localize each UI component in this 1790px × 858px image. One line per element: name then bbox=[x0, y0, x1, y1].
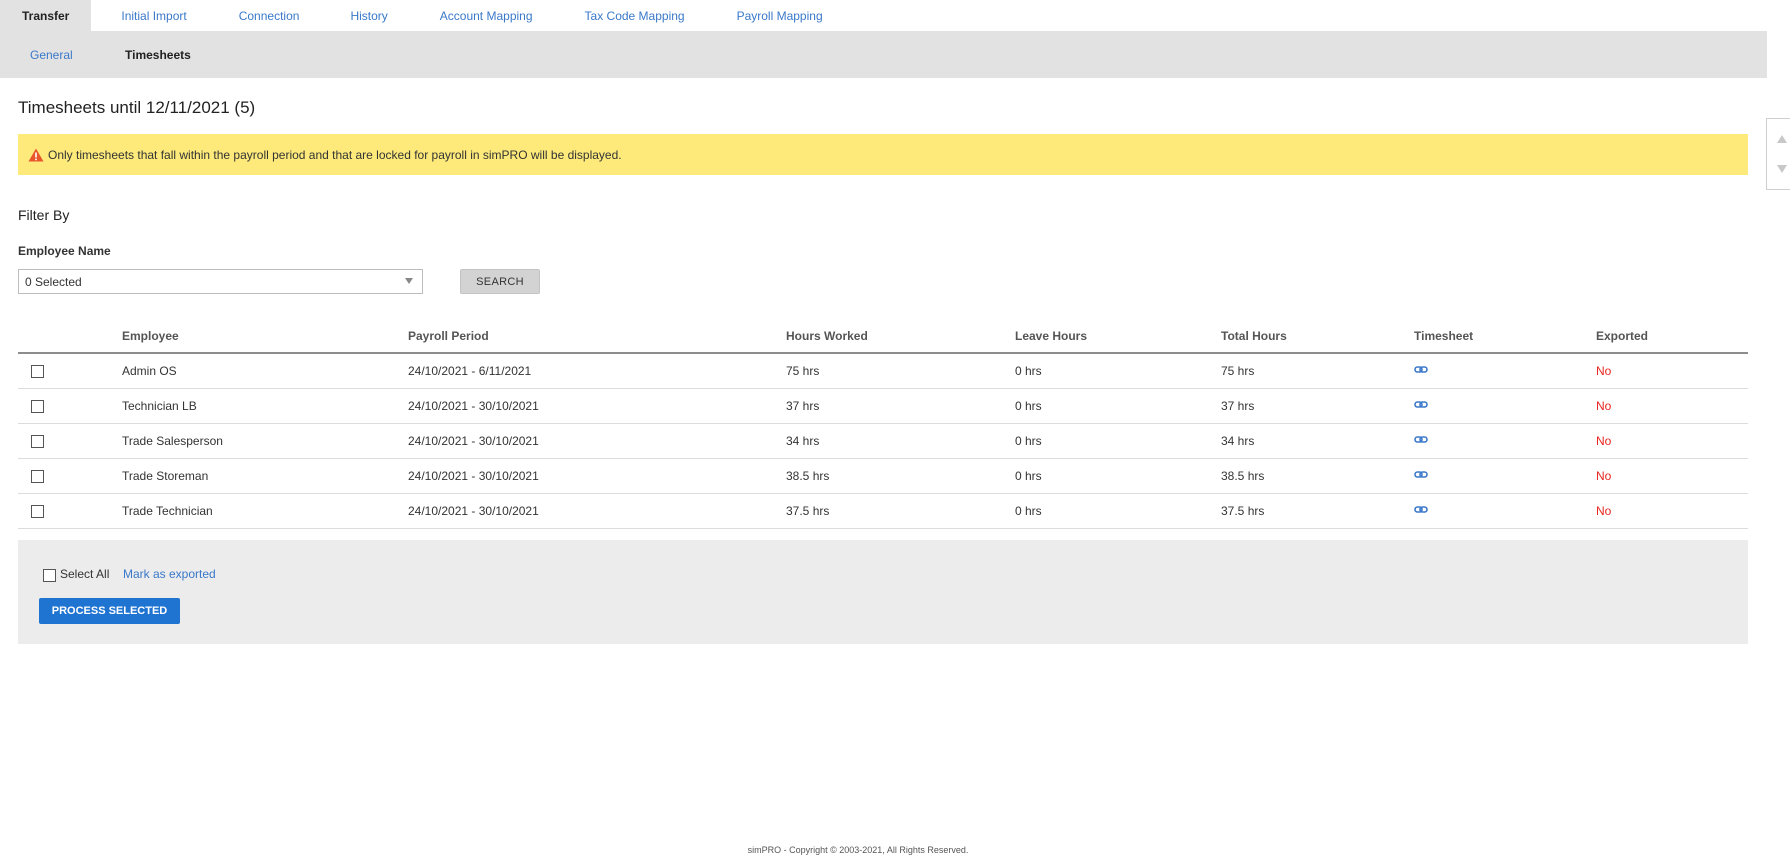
warning-text: Only timesheets that fall within the pay… bbox=[48, 147, 622, 162]
search-button[interactable]: SEARCH bbox=[460, 269, 540, 294]
employee-select-value: 0 Selected bbox=[25, 274, 82, 289]
table-row: Admin OS 24/10/2021 - 6/11/2021 75 hrs 0… bbox=[18, 354, 1748, 389]
tab-transfer[interactable]: Transfer bbox=[0, 0, 92, 31]
timesheet-link-icon[interactable] bbox=[1414, 468, 1428, 482]
cell-leave-hours: 0 hrs bbox=[1015, 504, 1042, 518]
tab-history[interactable]: History bbox=[350, 0, 387, 31]
cell-payroll-period: 24/10/2021 - 30/10/2021 bbox=[408, 469, 539, 483]
arrow-up-icon[interactable] bbox=[1777, 135, 1787, 143]
subtab-general[interactable]: General bbox=[30, 31, 73, 78]
tab-connection[interactable]: Connection bbox=[239, 0, 300, 31]
timesheet-link-icon[interactable] bbox=[1414, 363, 1428, 377]
table-row: Trade Technician 24/10/2021 - 30/10/2021… bbox=[18, 494, 1748, 529]
header-payroll-period: Payroll Period bbox=[408, 329, 489, 343]
header-timesheet: Timesheet bbox=[1414, 329, 1474, 343]
timesheet-link-icon[interactable] bbox=[1414, 398, 1428, 412]
cell-payroll-period: 24/10/2021 - 30/10/2021 bbox=[408, 399, 539, 413]
process-selected-button[interactable]: PROCESS SELECTED bbox=[39, 598, 180, 624]
mark-as-exported-link[interactable]: Mark as exported bbox=[123, 567, 216, 581]
top-tab-bar: Transfer Initial Import Connection Histo… bbox=[0, 0, 1767, 31]
caret-down-icon bbox=[405, 278, 413, 284]
cell-hours-worked: 37 hrs bbox=[786, 399, 820, 413]
row-checkbox[interactable] bbox=[31, 400, 44, 413]
cell-exported: No bbox=[1596, 434, 1612, 448]
cell-payroll-period: 24/10/2021 - 30/10/2021 bbox=[408, 434, 539, 448]
table-header: Employee Payroll Period Hours Worked Lea… bbox=[18, 321, 1748, 354]
cell-total-hours: 75 hrs bbox=[1221, 364, 1255, 378]
employee-name-select[interactable]: 0 Selected bbox=[18, 269, 423, 294]
cell-leave-hours: 0 hrs bbox=[1015, 469, 1042, 483]
row-checkbox[interactable] bbox=[31, 435, 44, 448]
cell-leave-hours: 0 hrs bbox=[1015, 434, 1042, 448]
timesheet-link-icon[interactable] bbox=[1414, 503, 1428, 517]
cell-leave-hours: 0 hrs bbox=[1015, 364, 1042, 378]
cell-exported: No bbox=[1596, 504, 1612, 518]
cell-total-hours: 34 hrs bbox=[1221, 434, 1255, 448]
cell-exported: No bbox=[1596, 399, 1612, 413]
header-employee: Employee bbox=[122, 329, 179, 343]
header-total-hours: Total Hours bbox=[1221, 329, 1287, 343]
header-exported: Exported bbox=[1596, 329, 1649, 343]
warning-triangle-icon bbox=[28, 148, 44, 161]
sub-tab-bar: General Timesheets bbox=[0, 31, 1767, 78]
cell-employee: Technician LB bbox=[122, 399, 197, 413]
table-row: Trade Storeman 24/10/2021 - 30/10/2021 3… bbox=[18, 459, 1748, 494]
select-all-label[interactable]: Select All bbox=[60, 567, 109, 581]
timesheet-link-icon[interactable] bbox=[1414, 433, 1428, 447]
tab-tax-code-mapping[interactable]: Tax Code Mapping bbox=[585, 0, 685, 31]
header-hours-worked: Hours Worked bbox=[786, 329, 868, 343]
header-leave-hours: Leave Hours bbox=[1015, 329, 1088, 343]
cell-employee: Trade Technician bbox=[122, 504, 213, 518]
employee-name-label: Employee Name bbox=[18, 244, 111, 258]
cell-total-hours: 37.5 hrs bbox=[1221, 504, 1265, 518]
cell-exported: No bbox=[1596, 469, 1612, 483]
cell-hours-worked: 38.5 hrs bbox=[786, 469, 830, 483]
copyright-text: simPRO - Copyright © 2003-2021, All Righ… bbox=[747, 845, 969, 855]
tab-initial-import[interactable]: Initial Import bbox=[121, 0, 186, 31]
cell-leave-hours: 0 hrs bbox=[1015, 399, 1042, 413]
cell-employee: Admin OS bbox=[122, 364, 177, 378]
cell-exported: No bbox=[1596, 364, 1612, 378]
cell-employee: Trade Storeman bbox=[122, 469, 209, 483]
filter-title: Filter By bbox=[18, 207, 70, 223]
row-checkbox[interactable] bbox=[31, 365, 44, 378]
cell-payroll-period: 24/10/2021 - 30/10/2021 bbox=[408, 504, 539, 518]
table-row: Technician LB 24/10/2021 - 30/10/2021 37… bbox=[18, 389, 1748, 424]
tab-payroll-mapping[interactable]: Payroll Mapping bbox=[737, 0, 823, 31]
cell-hours-worked: 37.5 hrs bbox=[786, 504, 830, 518]
table-row: Trade Salesperson 24/10/2021 - 30/10/202… bbox=[18, 424, 1748, 459]
subtab-timesheets[interactable]: Timesheets bbox=[125, 31, 191, 78]
select-all-checkbox[interactable] bbox=[43, 569, 56, 582]
timesheets-table: Employee Payroll Period Hours Worked Lea… bbox=[18, 321, 1748, 529]
cell-total-hours: 38.5 hrs bbox=[1221, 469, 1265, 483]
cell-payroll-period: 24/10/2021 - 6/11/2021 bbox=[408, 364, 532, 378]
cell-hours-worked: 75 hrs bbox=[786, 364, 820, 378]
actions-panel: Select All Mark as exported PROCESS SELE… bbox=[18, 540, 1748, 644]
scroll-widget bbox=[1766, 118, 1790, 190]
tab-account-mapping[interactable]: Account Mapping bbox=[440, 0, 533, 31]
page-title: Timesheets until 12/11/2021 (5) bbox=[18, 98, 256, 117]
arrow-down-icon[interactable] bbox=[1777, 165, 1787, 173]
cell-total-hours: 37 hrs bbox=[1221, 399, 1255, 413]
cell-employee: Trade Salesperson bbox=[122, 434, 223, 448]
warning-banner: Only timesheets that fall within the pay… bbox=[18, 134, 1748, 175]
cell-hours-worked: 34 hrs bbox=[786, 434, 820, 448]
row-checkbox[interactable] bbox=[31, 470, 44, 483]
row-checkbox[interactable] bbox=[31, 505, 44, 518]
